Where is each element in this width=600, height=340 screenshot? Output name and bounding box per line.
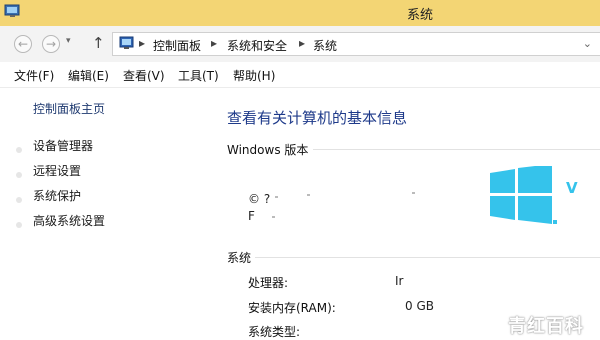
address-bar[interactable]: ▸ 控制面板 ▸ 系统和安全 ▸ 系统 ⌄ <box>112 32 600 56</box>
shield-icon <box>16 197 22 203</box>
divider <box>313 149 600 150</box>
redacted-text <box>275 196 278 198</box>
control-panel-icon <box>119 36 134 49</box>
section-title-system: 系统 <box>227 251 252 265</box>
page-title: 查看有关计算机的基本信息 <box>227 109 408 127</box>
logo-fragment <box>553 220 557 224</box>
breadcrumb-system-security[interactable]: 系统和安全 <box>227 37 287 54</box>
ram-value: 0 GB <box>405 299 434 313</box>
menu-bar: 文件(F) 编辑(E) 查看(V) 工具(T) 帮助(H) <box>0 62 600 88</box>
navigation-bar: ← → ▾ ↑ ▸ 控制面板 ▸ 系统和安全 ▸ 系统 ⌄ <box>0 26 600 62</box>
breadcrumb-control-panel[interactable]: 控制面板 <box>153 37 201 54</box>
section-title-edition: Windows 版本 <box>227 143 309 157</box>
breadcrumb-separator[interactable]: ▸ <box>139 36 145 50</box>
redacted-text <box>272 216 275 218</box>
forward-button[interactable]: → <box>42 35 60 53</box>
windows-brand-text: V <box>566 179 578 197</box>
sidebar: 控制面板主页 设备管理器 远程设置 系统保护 高级系统设置 <box>0 88 215 340</box>
title-bar: 系统 <box>0 0 600 26</box>
chevron-down-icon[interactable]: ⌄ <box>583 37 592 50</box>
processor-label: 处理器: <box>248 276 289 290</box>
breadcrumb-separator[interactable]: ▸ <box>211 36 217 50</box>
menu-tools[interactable]: 工具(T) <box>178 67 219 84</box>
arrow-right-icon: → <box>45 37 57 51</box>
main-content: 查看有关计算机的基本信息 Windows 版本 © ? F V 系统 处理器: … <box>215 88 600 340</box>
system-type-label: 系统类型: <box>248 325 301 339</box>
menu-help[interactable]: 帮助(H) <box>233 67 275 84</box>
sidebar-item-control-panel-home[interactable]: 控制面板主页 <box>33 100 105 117</box>
menu-view[interactable]: 查看(V) <box>123 67 165 84</box>
edition-name: F <box>248 209 255 223</box>
breadcrumb-separator[interactable]: ▸ <box>299 36 305 50</box>
redacted-text <box>307 194 310 196</box>
edition-copyright: © ? <box>248 192 271 206</box>
menu-edit[interactable]: 编辑(E) <box>68 67 109 84</box>
shield-icon <box>16 172 22 178</box>
ram-label: 安装内存(RAM): <box>248 301 336 315</box>
watermark: 青红百科 <box>508 316 584 337</box>
menu-file[interactable]: 文件(F) <box>14 67 54 84</box>
sidebar-item-system-protection[interactable]: 系统保护 <box>33 187 81 204</box>
sidebar-item-remote-settings[interactable]: 远程设置 <box>33 162 81 179</box>
window-title: 系统 <box>406 8 433 23</box>
windows-logo-icon <box>490 166 552 224</box>
redacted-text <box>412 192 415 194</box>
sidebar-item-device-manager[interactable]: 设备管理器 <box>33 137 93 154</box>
arrow-left-icon: ← <box>17 37 29 51</box>
processor-value: Ir <box>395 274 404 288</box>
breadcrumb-system[interactable]: 系统 <box>313 37 337 54</box>
shield-icon <box>16 147 22 153</box>
recent-locations-dropdown-icon[interactable]: ▾ <box>66 36 71 46</box>
shield-icon <box>16 222 22 228</box>
sidebar-item-advanced-settings[interactable]: 高级系统设置 <box>33 212 105 229</box>
back-button[interactable]: ← <box>14 35 32 53</box>
divider <box>255 257 600 258</box>
up-button[interactable]: ↑ <box>92 34 105 52</box>
